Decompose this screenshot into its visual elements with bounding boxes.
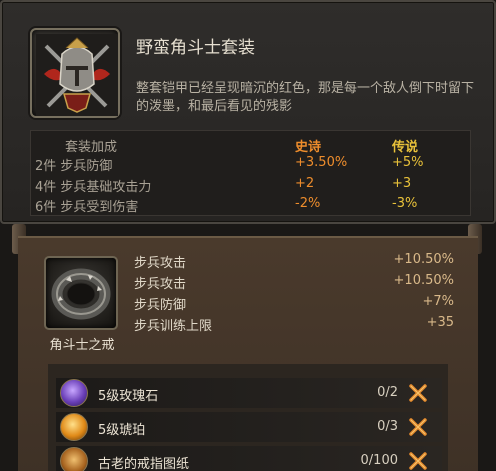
set-bonus-row: 2件 步兵防御 +3.50% +5% (31, 155, 472, 175)
material-name: 5级玫瑰石 (98, 389, 159, 404)
stat-label: 步兵攻击 (134, 256, 187, 271)
cross-icon[interactable] (408, 417, 428, 437)
stat-value: +35 (426, 315, 454, 330)
stat-value: +10.50% (393, 252, 454, 267)
material-quantity: 0/3 (377, 419, 398, 434)
material-quantity: 0/100 (360, 453, 398, 468)
item-detail-panel: 角斗士之戒 步兵攻击 +10.50% 步兵攻击 +10.50% 步兵防御 +7%… (18, 236, 478, 471)
item-stat-row: 步兵攻击 +10.50% (134, 273, 454, 293)
header-epic: 史诗 (295, 140, 322, 155)
material-name: 古老的戒指图纸 (98, 457, 190, 471)
set-bonus-header: 套装加成 史诗 传说 (31, 136, 472, 156)
ring-blueprint-icon (60, 447, 88, 471)
bonus-label: 2件 步兵防御 (35, 159, 113, 174)
materials-list: 5级玫瑰石 0/2 5级琥珀 0/3 古老的戒指图纸 0/100 (48, 364, 448, 471)
material-row[interactable]: 5级琥珀 0/3 (56, 412, 442, 442)
set-bonus-row: 4件 步兵基础攻击力 +2 +3 (31, 176, 472, 196)
bonus-epic-value: +3.50% (295, 155, 348, 170)
item-stat-row: 步兵攻击 +10.50% (134, 252, 454, 272)
cross-icon[interactable] (408, 451, 428, 471)
ring-icon (51, 268, 111, 320)
bonus-label: 4件 步兵基础攻击力 (35, 180, 152, 195)
stat-label: 步兵训练上限 (134, 319, 213, 334)
bonus-epic-value: -2% (295, 196, 321, 211)
stat-value: +10.50% (393, 273, 454, 288)
set-bonus-row: 6件 步兵受到伤害 -2% -3% (31, 196, 472, 216)
stat-value: +7% (422, 294, 454, 309)
set-bonus-table: 套装加成 史诗 传说 2件 步兵防御 +3.50% +5% 4件 步兵基础攻击力… (30, 130, 471, 216)
set-description: 整套铠甲已经呈现暗沉的红色，那是每一个敌人倒下时留下的泼墨，和最后看见的残影 (136, 81, 475, 114)
material-quantity: 0/2 (377, 385, 398, 400)
stat-label: 步兵攻击 (134, 277, 187, 292)
material-row[interactable]: 古老的戒指图纸 0/100 (56, 446, 442, 471)
material-name: 5级琥珀 (98, 423, 146, 438)
bonus-legendary-value: -3% (392, 196, 418, 211)
bonus-legendary-value: +5% (392, 155, 424, 170)
material-row[interactable]: 5级玫瑰石 0/2 (56, 378, 442, 408)
item-name: 角斗士之戒 (49, 338, 115, 353)
item-icon-frame[interactable] (44, 256, 118, 330)
header-set-bonus: 套装加成 (65, 140, 118, 155)
header-legendary: 传说 (392, 140, 419, 155)
item-stat-row: 步兵防御 +7% (134, 294, 454, 314)
cross-icon[interactable] (408, 383, 428, 403)
bonus-epic-value: +2 (295, 176, 315, 191)
set-title: 野蛮角斗士套装 (136, 38, 255, 58)
set-info-panel: 野蛮角斗士套装 整套铠甲已经呈现暗沉的红色，那是每一个敌人倒下时留下的泼墨，和最… (0, 0, 496, 224)
bonus-label: 6件 步兵受到伤害 (35, 200, 139, 215)
gladiator-helmet-crest-icon (36, 34, 118, 116)
set-icon-frame (30, 28, 120, 118)
rose-gem-icon (60, 379, 88, 407)
bonus-legendary-value: +3 (392, 176, 412, 191)
amber-gem-icon (60, 413, 88, 441)
item-stat-row: 步兵训练上限 +35 (134, 315, 454, 335)
stat-label: 步兵防御 (134, 298, 187, 313)
